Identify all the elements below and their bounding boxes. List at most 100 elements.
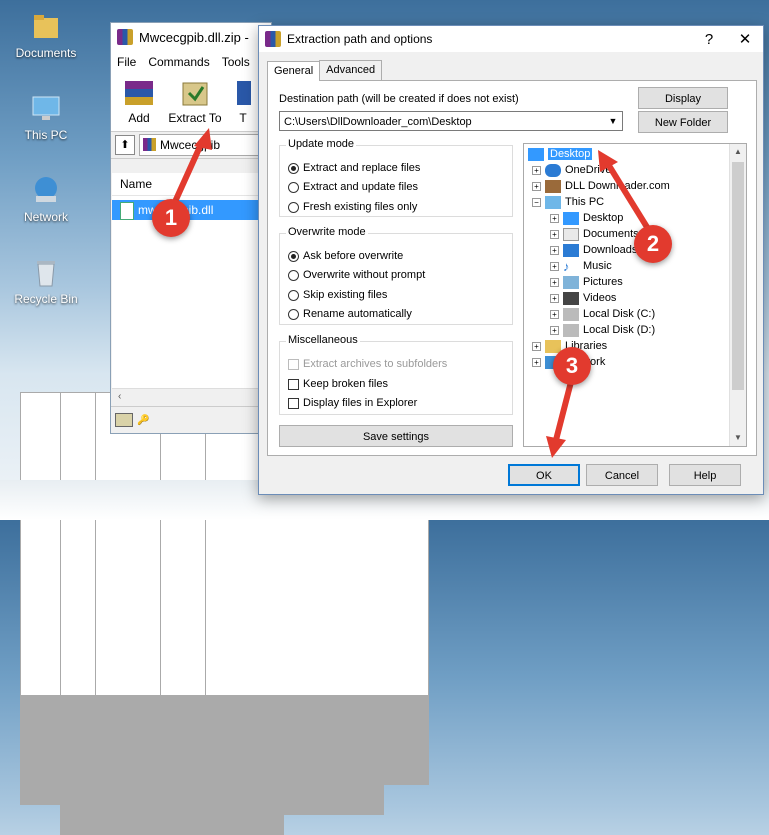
radio-extract-replace[interactable]: Extract and replace files bbox=[288, 160, 420, 176]
desktop-icon-network[interactable]: Network bbox=[6, 174, 86, 224]
expand-icon[interactable]: + bbox=[550, 229, 559, 239]
music-icon: ♪ bbox=[563, 258, 570, 274]
help-title-button[interactable]: ? bbox=[691, 31, 727, 48]
winrar-logo-icon bbox=[117, 29, 133, 45]
winrar-statusbar: 🔑 bbox=[111, 406, 271, 433]
checkbox-label: Keep broken files bbox=[303, 378, 388, 390]
tree-vscrollbar[interactable]: ▲ ▼ bbox=[729, 144, 746, 446]
miscellaneous-group: Miscellaneous Extract archives to subfol… bbox=[279, 334, 513, 415]
radio-rename-auto[interactable]: Rename automatically bbox=[288, 306, 412, 322]
expand-icon[interactable]: + bbox=[532, 165, 541, 175]
drive-icon bbox=[115, 413, 133, 427]
radio-fresh-existing[interactable]: Fresh existing files only bbox=[288, 199, 417, 215]
winrar-address-bar: ⬆ Mwcecgpib bbox=[111, 132, 271, 159]
add-button[interactable]: Add bbox=[111, 73, 167, 131]
dialog-title: Extraction path and options bbox=[287, 32, 433, 46]
checkbox-icon bbox=[288, 358, 299, 370]
help-button[interactable]: Help bbox=[669, 464, 741, 486]
tree-item-label: Local Disk (C:) bbox=[583, 308, 656, 320]
destination-path-combobox[interactable]: C:\Users\DllDownloader_com\Desktop ▼ bbox=[279, 111, 623, 131]
desktop-icon-recycle-bin[interactable]: Recycle Bin bbox=[6, 256, 86, 306]
menu-commands[interactable]: Commands bbox=[142, 55, 215, 69]
expand-icon[interactable]: + bbox=[532, 357, 541, 367]
documents-folder-icon bbox=[30, 10, 62, 42]
destination-path-label: Destination path (will be created if doe… bbox=[279, 93, 519, 105]
checkbox-label: Display files in Explorer bbox=[303, 397, 418, 409]
expand-icon[interactable]: + bbox=[532, 341, 541, 351]
collapse-icon[interactable]: − bbox=[532, 197, 541, 207]
test-button[interactable]: T bbox=[223, 73, 263, 131]
file-row[interactable]: mwcecgpib.dll bbox=[112, 200, 270, 220]
recycle-bin-icon bbox=[30, 256, 62, 288]
radio-selected-icon bbox=[288, 250, 299, 262]
chevron-down-icon[interactable]: ▼ bbox=[604, 112, 622, 130]
radio-label: Extract and update files bbox=[303, 181, 418, 193]
tree-item-local-disk-d[interactable]: + Local Disk (D:) bbox=[550, 322, 655, 338]
scroll-down-icon[interactable]: ▼ bbox=[730, 430, 746, 446]
radio-label: Overwrite without prompt bbox=[303, 269, 426, 281]
radio-extract-update[interactable]: Extract and update files bbox=[288, 179, 418, 195]
tab-strip: General Advanced bbox=[267, 60, 383, 81]
archive-path-field[interactable]: Mwcecgpib bbox=[139, 134, 271, 156]
general-tab-panel: Destination path (will be created if doe… bbox=[267, 80, 757, 456]
tree-item-pc-desktop[interactable]: + Desktop bbox=[550, 210, 623, 226]
menu-file[interactable]: File bbox=[111, 55, 142, 69]
expand-icon[interactable]: + bbox=[550, 245, 559, 255]
tree-item-desktop[interactable]: Desktop bbox=[528, 146, 593, 162]
menu-tools[interactable]: Tools bbox=[216, 55, 256, 69]
tree-item-label: Desktop bbox=[548, 148, 593, 160]
tree-item-local-disk-c[interactable]: + Local Disk (C:) bbox=[550, 306, 655, 322]
close-icon[interactable]: ✕ bbox=[727, 30, 763, 48]
expand-icon[interactable]: + bbox=[550, 309, 559, 319]
checkbox-keep-broken[interactable]: Keep broken files bbox=[288, 376, 388, 392]
ok-button[interactable]: OK bbox=[508, 464, 580, 486]
documents-icon bbox=[563, 227, 579, 241]
expand-icon[interactable]: + bbox=[550, 261, 559, 271]
radio-ask-before[interactable]: Ask before overwrite bbox=[288, 248, 403, 264]
extract-to-button[interactable]: Extract To bbox=[167, 73, 223, 131]
checkbox-label: Extract archives to subfolders bbox=[303, 358, 448, 370]
save-settings-button[interactable]: Save settings bbox=[279, 425, 513, 447]
scroll-thumb[interactable] bbox=[732, 162, 744, 390]
tree-item-this-pc[interactable]: − This PC bbox=[532, 194, 604, 210]
display-button[interactable]: Display bbox=[638, 87, 728, 109]
tree-item-downloads[interactable]: + Downloads bbox=[550, 242, 637, 258]
tab-advanced[interactable]: Advanced bbox=[319, 60, 383, 80]
folder-tree[interactable]: Desktop + OneDrive + DLL Downloader.com − T… bbox=[523, 143, 747, 447]
radio-selected-icon bbox=[288, 162, 299, 174]
add-archive-icon bbox=[121, 77, 157, 109]
expand-icon[interactable]: + bbox=[550, 325, 559, 335]
desktop-icon-this-pc[interactable]: This PC bbox=[6, 92, 86, 142]
expand-icon[interactable]: + bbox=[550, 293, 559, 303]
extract-to-label: Extract To bbox=[168, 111, 222, 125]
file-list-hscrollbar[interactable]: ‹ bbox=[112, 388, 270, 405]
new-folder-button[interactable]: New Folder bbox=[638, 111, 728, 133]
desktop-icon-documents[interactable]: Documents bbox=[6, 10, 86, 60]
tree-item-pictures[interactable]: + Pictures bbox=[550, 274, 623, 290]
expand-icon[interactable]: + bbox=[550, 277, 559, 287]
tree-item-onedrive[interactable]: + OneDrive bbox=[532, 162, 611, 178]
radio-overwrite-without-prompt[interactable]: Overwrite without prompt bbox=[288, 267, 425, 283]
column-name-header[interactable]: Name bbox=[112, 173, 270, 196]
tree-item-documents[interactable]: + Documents bbox=[550, 226, 639, 242]
radio-skip-existing[interactable]: Skip existing files bbox=[288, 287, 387, 303]
checkbox-display-explorer[interactable]: Display files in Explorer bbox=[288, 395, 417, 411]
checkbox-icon bbox=[288, 378, 299, 390]
cancel-button[interactable]: Cancel bbox=[586, 464, 658, 486]
up-folder-icon[interactable]: ⬆ bbox=[115, 135, 135, 155]
disk-icon bbox=[563, 307, 579, 321]
tree-item-videos[interactable]: + Videos bbox=[550, 290, 616, 306]
tree-item-music[interactable]: + ♪ Music bbox=[550, 258, 612, 274]
radio-icon bbox=[288, 289, 299, 301]
libraries-folder-icon bbox=[545, 339, 561, 353]
expand-icon[interactable]: + bbox=[532, 181, 541, 191]
destination-path-value: C:\Users\DllDownloader_com\Desktop bbox=[284, 116, 472, 128]
tab-general[interactable]: General bbox=[267, 61, 321, 81]
radio-icon bbox=[288, 269, 299, 281]
callout-2: 2 bbox=[634, 225, 672, 263]
network-icon bbox=[30, 174, 62, 206]
expand-icon[interactable]: + bbox=[550, 213, 559, 223]
tree-item-dll-downloader[interactable]: + DLL Downloader.com bbox=[532, 178, 670, 194]
scroll-up-icon[interactable]: ▲ bbox=[730, 144, 746, 160]
callout-1: 1 bbox=[152, 199, 190, 237]
